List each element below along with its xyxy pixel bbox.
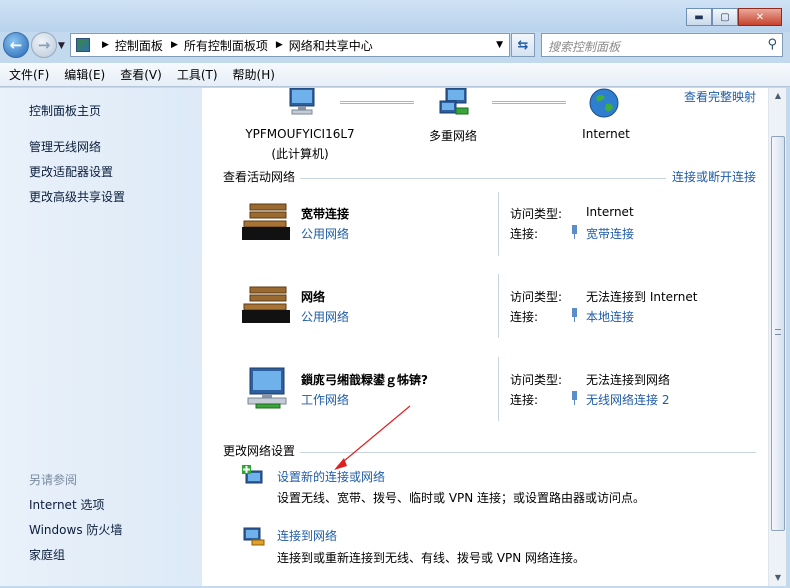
refresh-button[interactable]: ⇆ <box>511 33 535 57</box>
access-type-label: 访问类型: <box>510 373 563 387</box>
connection-label: 连接: <box>510 393 539 407</box>
map-connection-line <box>340 101 414 104</box>
search-placeholder: 搜索控制面板 <box>548 40 621 54</box>
view-full-map-link[interactable]: 查看完整映射 <box>684 88 756 105</box>
breadcrumb-all-items[interactable]: 所有控制面板项 <box>184 37 268 54</box>
connection-label: 连接: <box>510 310 539 324</box>
close-button[interactable]: ✕ <box>738 8 782 26</box>
section-divider <box>300 178 666 179</box>
connection-link[interactable]: 宽带连接 <box>586 225 634 242</box>
sidebar-internet-options[interactable]: Internet 选项 <box>29 496 104 513</box>
menu-help[interactable]: 帮助(H) <box>227 66 281 83</box>
menu-view[interactable]: 查看(V) <box>114 66 168 83</box>
network-name: 鎻庣弓缃戠粶鍙ｇ牬锛? <box>301 373 428 387</box>
multi-network-icon[interactable] <box>438 88 472 118</box>
access-type-label: 访问类型: <box>510 290 563 304</box>
network-type-link[interactable]: 公用网络 <box>301 308 349 325</box>
menu-bar: 文件(F) 编辑(E) 查看(V) 工具(T) 帮助(H) <box>0 63 790 87</box>
work-network-icon <box>247 367 287 409</box>
connection-link[interactable]: 无线网络连接 2 <box>586 391 669 408</box>
address-row: ← → ▼ ▶ 控制面板 ▶ 所有控制面板项 ▶ 网络和共享中心 ▼ ⇆ 搜索控… <box>0 32 790 58</box>
sidebar-windows-firewall[interactable]: Windows 防火墙 <box>29 521 122 538</box>
main-content: 查看完整映射 YPFMOUFYICI16L7 (此计算机) 多重网络 Inter… <box>202 88 768 586</box>
vertical-scrollbar[interactable]: ▲ ▼ <box>768 88 786 586</box>
minimize-button[interactable]: ▬ <box>686 8 712 26</box>
menu-tools[interactable]: 工具(T) <box>171 66 224 83</box>
active-networks-heading: 查看活动网络 <box>223 170 296 184</box>
scroll-down-icon[interactable]: ▼ <box>770 570 786 586</box>
network-name: 网络 <box>301 290 326 304</box>
connection-plug-icon <box>572 225 577 239</box>
menu-file[interactable]: 文件(F) <box>3 66 55 83</box>
connection-link[interactable]: 本地连接 <box>586 308 634 325</box>
control-panel-icon <box>76 38 90 52</box>
maximize-button[interactable]: ▢ <box>712 8 738 26</box>
back-button[interactable]: ← <box>3 32 29 58</box>
search-input[interactable]: 搜索控制面板 ⚲ <box>541 33 783 57</box>
forward-button[interactable]: → <box>31 32 57 58</box>
annotation-arrow <box>334 405 411 470</box>
scroll-thumb[interactable] <box>771 136 785 531</box>
chevron-right-icon[interactable]: ▶ <box>171 40 178 50</box>
computer-sublabel: (此计算机) <box>271 147 329 161</box>
address-dropdown-icon[interactable]: ▼ <box>496 40 503 50</box>
sidebar-advanced-sharing[interactable]: 更改高级共享设置 <box>29 188 125 205</box>
new-connection-icon[interactable] <box>242 465 266 489</box>
menu-edit[interactable]: 编辑(E) <box>58 66 111 83</box>
map-connection-line <box>492 101 566 104</box>
connection-label: 连接: <box>510 227 539 241</box>
access-type-value: Internet <box>586 205 634 219</box>
breadcrumb-control-panel[interactable]: 控制面板 <box>115 37 163 54</box>
globe-icon[interactable] <box>588 88 620 118</box>
access-type-label: 访问类型: <box>510 207 563 221</box>
title-bar: ▬ ▢ ✕ <box>0 0 790 32</box>
sidebar-control-panel-home[interactable]: 控制面板主页 <box>29 102 101 119</box>
connect-to-network-link[interactable]: 连接到网络 <box>277 527 337 544</box>
setup-connection-description: 设置无线、宽带、拨号、临时或 VPN 连接；或设置路由器或访问点。 <box>277 491 646 505</box>
multi-network-label: 多重网络 <box>428 129 477 143</box>
grip-icon <box>775 329 781 335</box>
chevron-right-icon[interactable]: ▶ <box>102 40 109 50</box>
network-divider <box>498 274 499 338</box>
search-icon[interactable]: ⚲ <box>767 37 777 52</box>
sidebar-adapter-settings[interactable]: 更改适配器设置 <box>29 163 113 180</box>
access-type-value: 无法连接到网络 <box>586 373 671 387</box>
breadcrumb-network-center[interactable]: 网络和共享中心 <box>289 37 373 54</box>
access-type-value: 无法连接到 Internet <box>586 290 698 304</box>
change-settings-heading: 更改网络设置 <box>223 444 296 458</box>
chevron-right-icon[interactable]: ▶ <box>276 40 283 50</box>
connect-network-icon[interactable] <box>242 524 266 548</box>
park-bench-icon <box>242 286 290 323</box>
computer-icon[interactable] <box>286 88 318 118</box>
connection-plug-icon <box>572 308 577 322</box>
network-type-link[interactable]: 公用网络 <box>301 225 349 242</box>
see-also-heading: 另请参阅 <box>29 473 78 487</box>
address-bar[interactable]: ▶ 控制面板 ▶ 所有控制面板项 ▶ 网络和共享中心 ▼ <box>70 33 510 57</box>
network-divider <box>498 357 499 421</box>
computer-name: YPFMOUFYICI16L7 <box>245 127 355 141</box>
park-bench-icon <box>242 203 290 240</box>
window-border <box>786 88 790 588</box>
network-divider <box>498 192 499 256</box>
sidebar: 控制面板主页 管理无线网络 更改适配器设置 更改高级共享设置 另请参阅 Inte… <box>0 88 202 586</box>
connection-plug-icon <box>572 391 577 405</box>
window-controls: ▬ ▢ ✕ <box>686 8 782 26</box>
connect-disconnect-link[interactable]: 连接或断开连接 <box>672 168 756 185</box>
recent-pages-dropdown-icon[interactable]: ▼ <box>58 41 65 51</box>
network-name: 宽带连接 <box>301 207 350 221</box>
sidebar-homegroup[interactable]: 家庭组 <box>29 546 65 563</box>
scroll-up-icon[interactable]: ▲ <box>770 88 786 104</box>
connect-to-network-description: 连接到或重新连接到无线、有线、拨号或 VPN 网络连接。 <box>277 551 586 565</box>
internet-label: Internet <box>582 127 630 141</box>
sidebar-manage-wireless[interactable]: 管理无线网络 <box>29 138 101 155</box>
